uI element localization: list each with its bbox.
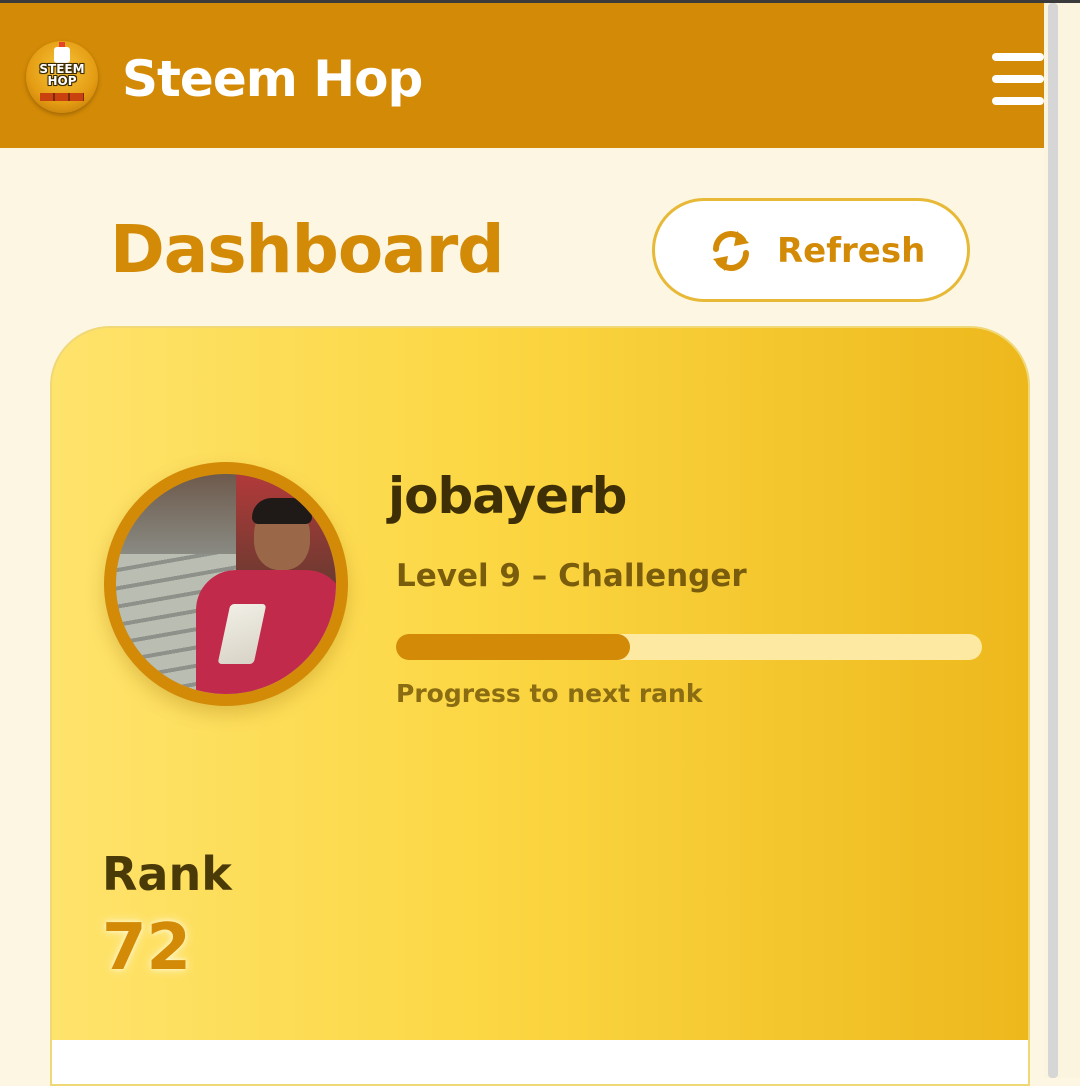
menu-bar-bottom xyxy=(992,97,1044,105)
next-section-card xyxy=(52,1040,1028,1084)
scrollbar-thumb[interactable] xyxy=(1048,3,1058,1078)
avatar[interactable] xyxy=(116,474,336,694)
level-text: Level 9 – Challenger xyxy=(396,558,747,594)
app-header: STEEM HOP Steem Hop xyxy=(0,3,1044,148)
avatar-ring xyxy=(104,462,348,706)
refresh-icon xyxy=(713,231,749,271)
brick-icon xyxy=(40,93,84,101)
avatar-hair xyxy=(252,498,312,524)
refresh-button[interactable]: Refresh xyxy=(652,198,970,302)
progress-caption: Progress to next rank xyxy=(396,679,703,708)
app-title[interactable]: Steem Hop xyxy=(122,47,423,111)
refresh-label: Refresh xyxy=(777,231,926,271)
rank-progress-bar xyxy=(396,634,982,660)
username: jobayerb xyxy=(388,467,627,525)
hamburger-menu-icon[interactable] xyxy=(988,49,1046,109)
rank-label: Rank xyxy=(102,847,232,901)
menu-bar-middle xyxy=(992,75,1044,83)
menu-bar-top xyxy=(992,53,1044,61)
rank-progress-fill xyxy=(396,634,631,660)
profile-card: jobayerb Level 9 – Challenger Progress t… xyxy=(50,326,1030,1086)
rank-value: 72 xyxy=(102,911,192,985)
avatar-shirt xyxy=(196,570,336,694)
steem-hop-logo[interactable]: STEEM HOP xyxy=(26,41,98,113)
logo-text: STEEM HOP xyxy=(39,62,85,88)
chicken-icon xyxy=(54,42,70,63)
page-title: Dashboard xyxy=(110,211,505,288)
